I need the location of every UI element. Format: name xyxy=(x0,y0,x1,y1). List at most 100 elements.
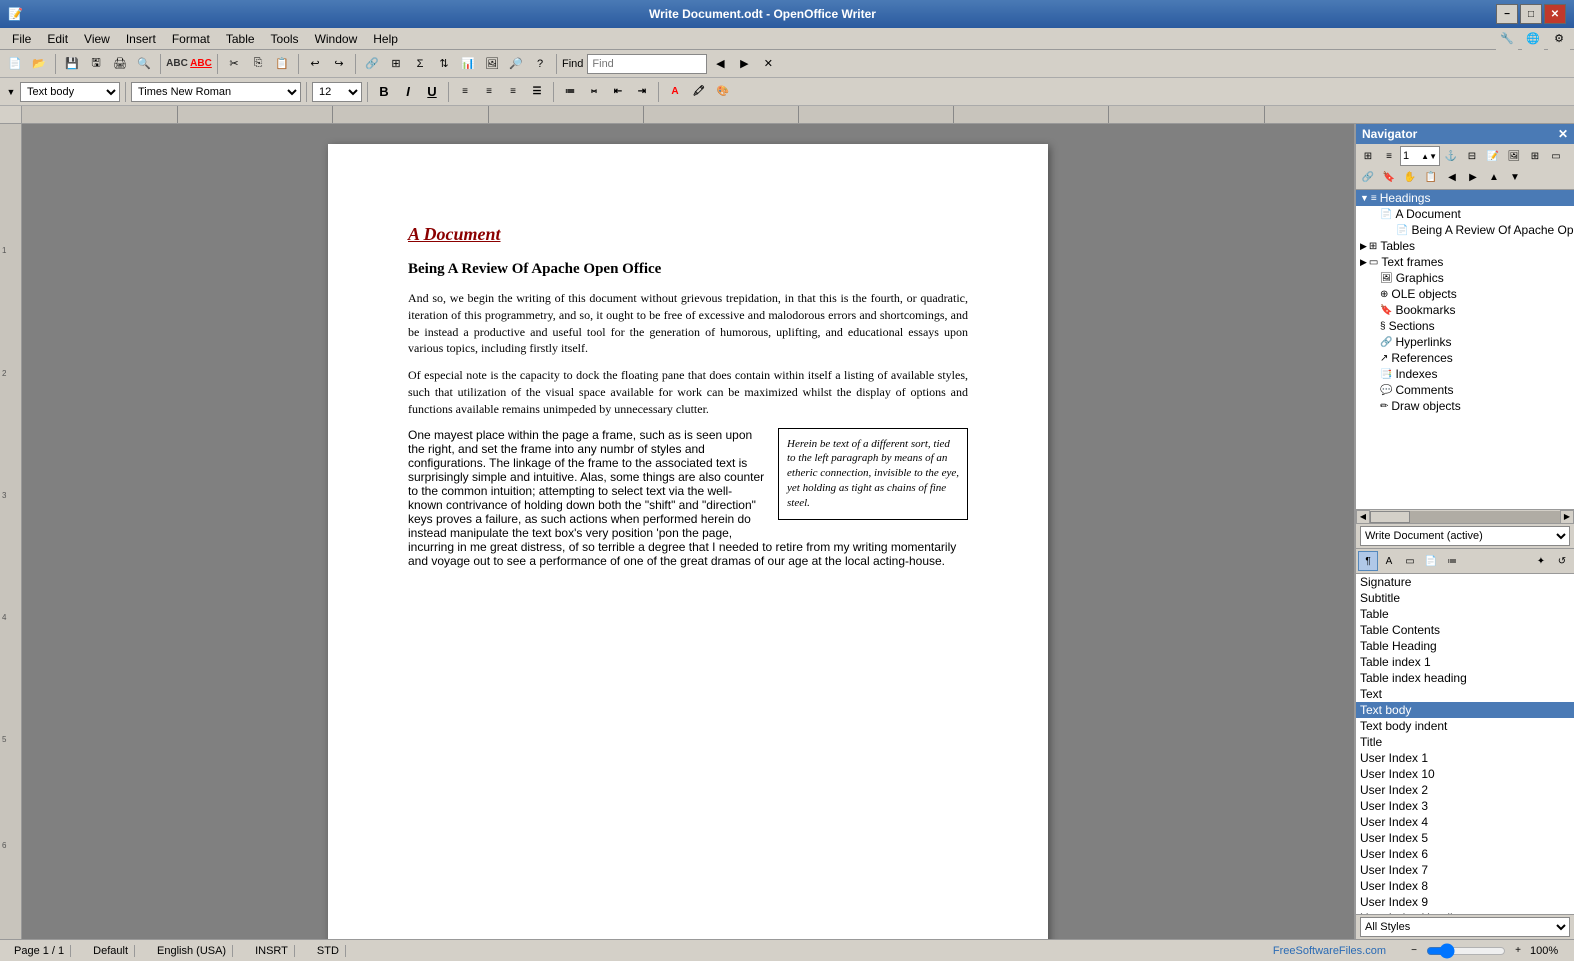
navigator-close-icon[interactable]: ✕ xyxy=(1558,127,1568,141)
extension-button-2[interactable]: 🌐 xyxy=(1522,28,1544,50)
styles-filter-select[interactable]: All Styles xyxy=(1360,917,1570,937)
nav-hscroll-left[interactable]: ◀ xyxy=(1356,510,1370,524)
align-left-button[interactable]: ≡ xyxy=(454,81,476,103)
expand-headings-icon[interactable]: ▼ xyxy=(1360,193,1369,203)
style-item-user-index-7[interactable]: User Index 7 xyxy=(1356,862,1574,878)
nav-item-ole-objects[interactable]: ⊕ OLE objects xyxy=(1356,286,1574,302)
chart-button[interactable]: 📊 xyxy=(457,53,479,75)
find-next-button[interactable]: ▶ xyxy=(733,53,755,75)
nav-content-view-btn[interactable]: ≡ xyxy=(1379,146,1399,166)
zoom-slider[interactable] xyxy=(1426,943,1506,959)
bold-button[interactable]: B xyxy=(373,81,395,103)
style-item-user-index-6[interactable]: User Index 6 xyxy=(1356,846,1574,862)
new-style-btn[interactable]: ✦ xyxy=(1531,551,1551,571)
nav-reminder-btn[interactable]: 🔖 xyxy=(1379,167,1399,187)
zoom-out-button[interactable]: − xyxy=(1406,943,1422,959)
extension-button-1[interactable]: 🔧 xyxy=(1496,28,1518,50)
nav-item-comments[interactable]: 💬 Comments xyxy=(1356,382,1574,398)
nav-item-headings[interactable]: ▼ ≡ Headings xyxy=(1356,190,1574,206)
nav-item-bookmarks[interactable]: 🔖 Bookmarks xyxy=(1356,302,1574,318)
paste-button[interactable]: 📋 xyxy=(271,53,293,75)
insert-mode[interactable]: INSRT xyxy=(249,945,295,957)
nav-hscroll-thumb[interactable] xyxy=(1370,511,1410,523)
print-preview-button[interactable]: 🔍 xyxy=(133,53,155,75)
nav-item-tables[interactable]: ▶ ⊞ Tables xyxy=(1356,238,1574,254)
style-item-user-index-9[interactable]: User Index 9 xyxy=(1356,894,1574,910)
menu-file[interactable]: File xyxy=(4,30,39,48)
align-right-button[interactable]: ≡ xyxy=(502,81,524,103)
style-item-user-index-1[interactable]: User Index 1 xyxy=(1356,750,1574,766)
list-styles-btn[interactable]: ≔ xyxy=(1442,551,1462,571)
style-item-title[interactable]: Title xyxy=(1356,734,1574,750)
save-remote-button[interactable]: 🖫 xyxy=(85,53,107,75)
style-item-user-index-3[interactable]: User Index 3 xyxy=(1356,798,1574,814)
table-button[interactable]: ⊞ xyxy=(385,53,407,75)
style-item-table-heading[interactable]: Table Heading xyxy=(1356,638,1574,654)
background-color-button[interactable]: 🎨 xyxy=(712,81,734,103)
num-list-button[interactable]: ⑅ xyxy=(583,81,605,103)
nav-graphic-btn[interactable]: 🖼 xyxy=(1504,146,1524,166)
nav-move-up-btn[interactable]: ▲ xyxy=(1484,167,1504,187)
style-item-user-index-4[interactable]: User Index 4 xyxy=(1356,814,1574,830)
nav-move-down-btn[interactable]: ▼ xyxy=(1505,167,1525,187)
style-item-signature[interactable]: Signature xyxy=(1356,574,1574,590)
minimize-button[interactable]: − xyxy=(1496,4,1518,24)
style-item-user-index-10[interactable]: User Index 10 xyxy=(1356,766,1574,782)
nav-item-being-a-review[interactable]: 📄 Being A Review Of Apache Ope... xyxy=(1356,222,1574,238)
expand-frames-icon[interactable]: ▶ xyxy=(1360,257,1367,268)
nav-item-hyperlinks[interactable]: 🔗 Hyperlinks xyxy=(1356,334,1574,350)
nav-demote-btn[interactable]: ▶ xyxy=(1463,167,1483,187)
nav-spin-num[interactable]: 1▲▼ xyxy=(1400,146,1440,166)
nav-hscrollbar[interactable]: ◀ ▶ xyxy=(1356,509,1574,523)
show-functions-button[interactable]: Σ xyxy=(409,53,431,75)
new-button[interactable]: 📄 xyxy=(4,53,26,75)
style-item-text[interactable]: Text xyxy=(1356,686,1574,702)
nav-item-draw[interactable]: ✏ Draw objects xyxy=(1356,398,1574,414)
nav-drag-mode-btn[interactable]: ✋ xyxy=(1400,167,1420,187)
styles-list[interactable]: Signature Subtitle Table Table Contents … xyxy=(1356,574,1574,914)
paragraph-style-select[interactable]: Text body xyxy=(20,82,120,102)
menu-table[interactable]: Table xyxy=(218,30,263,48)
style-item-table-index-heading[interactable]: Table index heading xyxy=(1356,670,1574,686)
style-item-subtitle[interactable]: Subtitle xyxy=(1356,590,1574,606)
maximize-button[interactable]: □ xyxy=(1520,4,1542,24)
hyperlink-button[interactable]: 🔗 xyxy=(361,53,383,75)
selection-mode[interactable]: STD xyxy=(311,945,346,957)
open-button[interactable]: 📂 xyxy=(28,53,50,75)
style-item-table[interactable]: Table xyxy=(1356,606,1574,622)
nav-item-graphics[interactable]: 🖼 Graphics xyxy=(1356,270,1574,286)
underline-button[interactable]: U xyxy=(421,81,443,103)
para-styles-btn[interactable]: ¶ xyxy=(1358,551,1378,571)
menu-edit[interactable]: Edit xyxy=(39,30,76,48)
increase-indent-button[interactable]: ⇥ xyxy=(631,81,653,103)
nav-table-btn[interactable]: ⊞ xyxy=(1525,146,1545,166)
zoom-in-button[interactable]: + xyxy=(1510,943,1526,959)
style-item-text-body[interactable]: Text body xyxy=(1356,702,1574,718)
font-size-select[interactable]: 12 xyxy=(312,82,362,102)
style-item-user-index-5[interactable]: User Index 5 xyxy=(1356,830,1574,846)
page-styles-btn[interactable]: 📄 xyxy=(1421,551,1441,571)
copy-button[interactable]: ⎘ xyxy=(247,53,269,75)
style-item-table-contents[interactable]: Table Contents xyxy=(1356,622,1574,638)
align-justify-button[interactable]: ☰ xyxy=(526,81,548,103)
menu-format[interactable]: Format xyxy=(164,30,218,48)
nav-header-footer-btn[interactable]: ⊟ xyxy=(1462,146,1482,166)
redo-button[interactable]: ↪ xyxy=(328,53,350,75)
find-prev-button[interactable]: ◀ xyxy=(709,53,731,75)
active-doc-select[interactable]: Write Document (active) xyxy=(1360,526,1570,546)
italic-button[interactable]: I xyxy=(397,81,419,103)
nav-item-references[interactable]: ↗ References xyxy=(1356,350,1574,366)
nav-toggle-btn[interactable]: ⊞ xyxy=(1358,146,1378,166)
nav-hscroll-right[interactable]: ▶ xyxy=(1560,510,1574,524)
close-button[interactable]: ✕ xyxy=(1544,4,1566,24)
zoom-button[interactable]: 🔎 xyxy=(505,53,527,75)
cut-button[interactable]: ✂ xyxy=(223,53,245,75)
gallery-button[interactable]: 🖼 xyxy=(481,53,503,75)
expand-tables-icon[interactable]: ▶ xyxy=(1360,241,1367,252)
menu-window[interactable]: Window xyxy=(307,30,366,48)
menu-insert[interactable]: Insert xyxy=(118,30,164,48)
help-button[interactable]: ? xyxy=(529,53,551,75)
nav-hyperlink-btn[interactable]: 🔗 xyxy=(1358,167,1378,187)
style-item-text-body-indent[interactable]: Text body indent xyxy=(1356,718,1574,734)
style-item-user-index-2[interactable]: User Index 2 xyxy=(1356,782,1574,798)
